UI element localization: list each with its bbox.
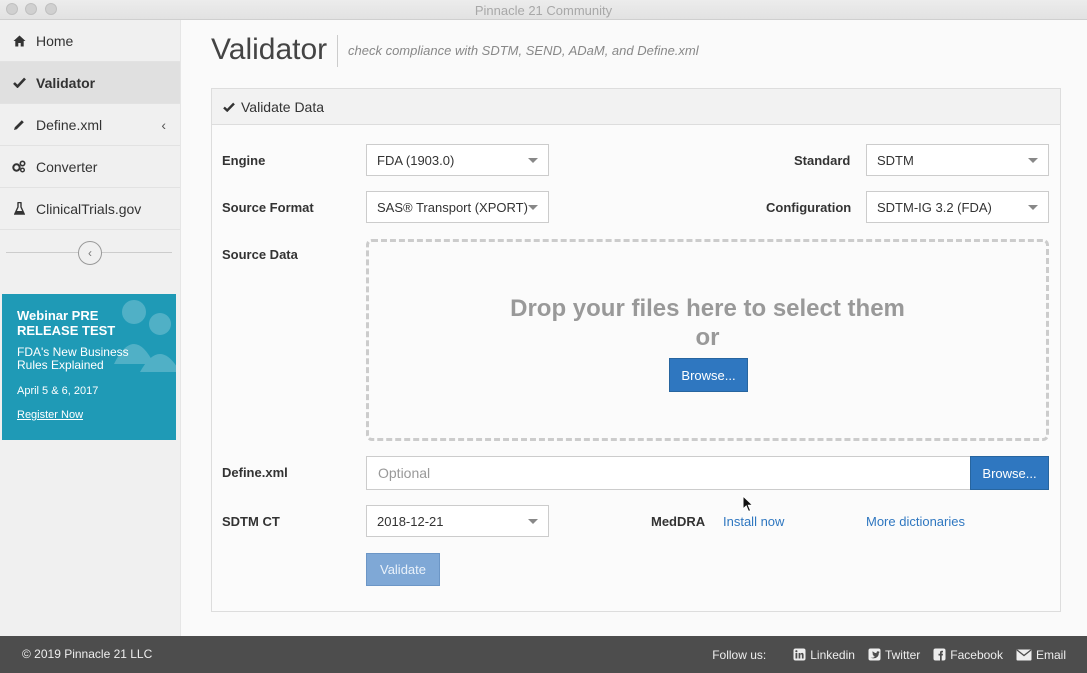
twitter-icon — [868, 648, 881, 661]
chevron-left-icon[interactable]: ‹ — [161, 117, 166, 133]
panel-title: Validate Data — [241, 98, 325, 115]
sidebar-item-validator[interactable]: Validator — [0, 62, 180, 104]
chevron-left-icon: ‹ — [88, 246, 92, 260]
sidebar-item-home[interactable]: Home — [0, 20, 180, 62]
engine-select[interactable]: FDA (1903.0) — [366, 144, 549, 176]
sidebar-item-label: Home — [36, 32, 74, 49]
gears-icon — [12, 160, 26, 174]
twitter-label: Twitter — [884, 647, 921, 662]
file-dropzone[interactable]: Drop your files here to select them or B… — [366, 239, 1049, 441]
source-browse-button[interactable]: Browse... — [669, 358, 748, 392]
facebook-link[interactable]: Facebook — [933, 648, 1003, 662]
sidebar: Home Validator Define.xml ‹ Converter Cl… — [0, 20, 181, 636]
caret-down-icon — [528, 519, 538, 524]
standard-select[interactable]: SDTM — [866, 144, 1049, 176]
dropzone-or-text: or — [695, 324, 720, 351]
dropzone-text: Drop your files here to select them — [510, 295, 905, 322]
window-titlebar: Pinnacle 21 Community — [0, 0, 1087, 20]
standard-label: Standard — [794, 153, 851, 168]
home-icon — [12, 34, 26, 48]
envelope-icon — [1016, 648, 1032, 660]
pencil-icon — [12, 118, 26, 132]
mouse-cursor-icon — [742, 495, 754, 513]
email-link[interactable]: Email — [1016, 648, 1066, 662]
caret-down-icon — [1028, 205, 1038, 210]
check-icon — [12, 76, 26, 90]
sdtm-ct-label: SDTM CT — [222, 514, 280, 529]
source-data-label: Source Data — [222, 247, 298, 262]
twitter-link[interactable]: Twitter — [868, 648, 920, 662]
caret-down-icon — [528, 205, 538, 210]
people-icon — [114, 300, 176, 372]
sidebar-item-converter[interactable]: Converter — [0, 146, 180, 188]
sdtm-ct-value: 2018-12-21 — [377, 513, 444, 529]
sidebar-item-label: ClinicalTrials.gov — [36, 200, 142, 217]
linkedin-label: Linkedin — [810, 647, 855, 662]
sdtm-ct-select[interactable]: 2018-12-21 — [366, 505, 549, 537]
sidebar-item-clinicaltrials[interactable]: ClinicalTrials.gov — [0, 188, 180, 230]
sidebar-collapse-row: ‹ — [6, 241, 172, 265]
page-title: Validator — [211, 33, 328, 66]
define-xml-input[interactable]: Optional — [366, 456, 972, 490]
standard-value: SDTM — [877, 152, 914, 168]
page-subtitle: check compliance with SDTM, SEND, ADaM, … — [348, 43, 699, 58]
configuration-label: Configuration — [766, 200, 852, 215]
sidebar-item-label: Converter — [36, 158, 98, 175]
configuration-select[interactable]: SDTM-IG 3.2 (FDA) — [866, 191, 1049, 223]
validate-data-panel: Validate Data Engine FDA (1903.0) Standa… — [211, 88, 1061, 612]
follow-us-label: Follow us: — [712, 647, 767, 662]
source-format-label: Source Format — [222, 200, 314, 215]
more-dictionaries-link[interactable]: More dictionaries — [866, 514, 965, 529]
facebook-label: Facebook — [950, 647, 1003, 662]
engine-label: Engine — [222, 153, 266, 168]
footer: © 2019 Pinnacle 21 LLC Follow us: Linked… — [0, 636, 1087, 673]
linkedin-link[interactable]: Linkedin — [793, 648, 855, 662]
title-divider — [337, 35, 338, 67]
caret-down-icon — [528, 158, 538, 163]
flask-icon — [12, 202, 26, 216]
sidebar-item-label: Define.xml — [36, 116, 103, 133]
webinar-date: April 5 & 6, 2017 — [17, 385, 99, 397]
engine-value: FDA (1903.0) — [377, 152, 455, 168]
source-format-value: SAS® Transport (XPORT) — [377, 199, 528, 215]
footer-social: Follow us: Linkedin Twitter Facebook Ema… — [712, 636, 1087, 673]
facebook-icon — [933, 648, 946, 661]
source-format-select[interactable]: SAS® Transport (XPORT) — [366, 191, 549, 223]
define-xml-label: Define.xml — [222, 465, 288, 480]
register-now-link[interactable]: Register Now — [17, 409, 83, 421]
define-browse-button[interactable]: Browse... — [970, 456, 1049, 490]
footer-copyright: © 2019 Pinnacle 21 LLC — [22, 647, 153, 661]
webinar-banner[interactable]: Webinar PRE RELEASE TEST FDA's New Busin… — [2, 294, 176, 440]
caret-down-icon — [1028, 158, 1038, 163]
email-label: Email — [1035, 647, 1066, 662]
collapse-sidebar-button[interactable]: ‹ — [78, 241, 102, 265]
linkedin-icon — [793, 648, 806, 661]
check-icon — [223, 102, 235, 112]
configuration-value: SDTM-IG 3.2 (FDA) — [877, 199, 992, 215]
panel-header: Validate Data — [212, 89, 1060, 125]
validate-button[interactable]: Validate — [366, 553, 440, 586]
meddra-label: MedDRA — [651, 514, 706, 529]
sidebar-item-label: Validator — [36, 74, 96, 91]
sidebar-item-define-xml[interactable]: Define.xml ‹ — [0, 104, 180, 146]
window-title: Pinnacle 21 Community — [474, 3, 613, 18]
meddra-install-link[interactable]: Install now — [723, 514, 784, 529]
